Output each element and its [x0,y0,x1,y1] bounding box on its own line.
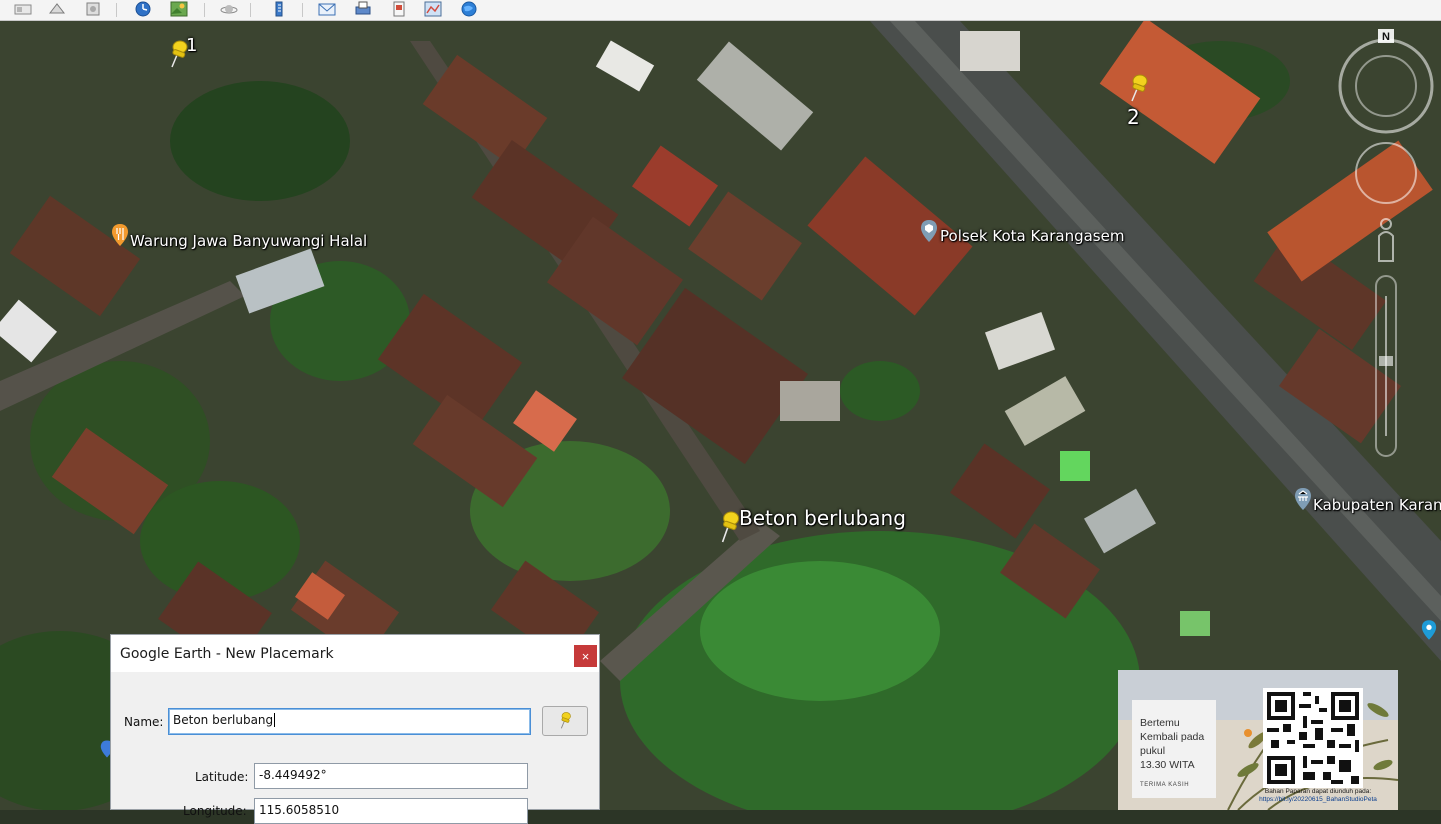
poi-label-kabupaten: Kabupaten Karan [1313,496,1441,514]
print-icon[interactable] [80,0,106,18]
save-image-icon[interactable] [386,0,412,18]
qr-code[interactable] [1263,688,1363,788]
toolbar [0,0,1441,21]
overlay-footer-text: Bahan Paparan dapat diunduh pada: [1264,788,1372,795]
hide-sidebar-icon[interactable] [10,0,36,18]
government-poi-icon[interactable] [1294,487,1312,516]
longitude-field[interactable]: 115.6058510 [254,798,528,824]
announcement-overlay: Bertemu Kembali pada pukul 13.30 WITA TE… [1118,670,1398,810]
longitude-value: 115.6058510 [259,803,340,817]
latitude-label: Latitude: [195,770,249,784]
dialog-titlebar: Google Earth - New Placemark × [111,635,599,672]
placemark-icon-button[interactable] [542,706,588,736]
ruler-icon[interactable] [266,0,292,18]
tour-icon[interactable] [44,0,70,18]
longitude-label: Longitude: [183,804,247,818]
earth-gallery-icon[interactable] [456,0,482,18]
map-poi-icon[interactable] [1421,619,1437,646]
email-icon[interactable] [314,0,340,18]
poi-label-warung: Warung Jawa Banyuwangi Halal [130,232,368,250]
compass-ring[interactable] [1338,29,1434,134]
overlay-message: Bertemu Kembali pada pukul 13.30 WITA [1140,717,1205,771]
placemark-1-label: 1 [186,35,198,56]
poi-label-polsek: Polsek Kota Karangasem [940,227,1125,245]
overlay-thanks: TERIMA KASIH [1140,782,1190,788]
overlay-footer-link[interactable]: https://bit.ly/20220615_BahanStudioPeta [1238,796,1398,804]
zoom-slider[interactable] [1375,275,1397,457]
overlay-footer: Bahan Paparan dapat diunduh pada: https:… [1238,788,1398,804]
look-joystick[interactable] [1355,142,1417,204]
print-icon-2[interactable] [350,0,376,18]
latitude-field[interactable]: -8.449492° [254,763,528,789]
name-field-value: Beton berlubang [173,713,274,727]
navigation-controls: N [1331,21,1441,471]
placemark-2-label: 2 [1127,105,1140,129]
name-label: Name: [124,715,164,729]
map-view-icon[interactable] [420,0,446,18]
close-button[interactable]: × [574,645,597,667]
police-poi-icon[interactable] [920,219,938,248]
close-icon: × [581,648,590,664]
dialog-title: Google Earth - New Placemark [120,646,334,662]
historical-imagery-icon[interactable] [130,0,156,18]
planets-icon[interactable] [216,0,242,18]
placemark-beton-berlubang-label: Beton berlubang [739,506,906,530]
latitude-value: -8.449492° [259,768,327,782]
new-placemark-dialog: Google Earth - New Placemark × Name: Bet… [110,634,600,824]
sunlight-icon[interactable] [166,0,192,18]
restaurant-poi-icon[interactable] [111,223,129,252]
qr-code-graphic [1263,688,1363,788]
compass-north-label: N [1382,31,1390,43]
pushpin-icon [560,712,571,729]
street-view-pegman-icon[interactable] [1378,218,1394,262]
pushpin-icon [1131,74,1148,102]
name-field[interactable]: Beton berlubang [168,708,531,735]
